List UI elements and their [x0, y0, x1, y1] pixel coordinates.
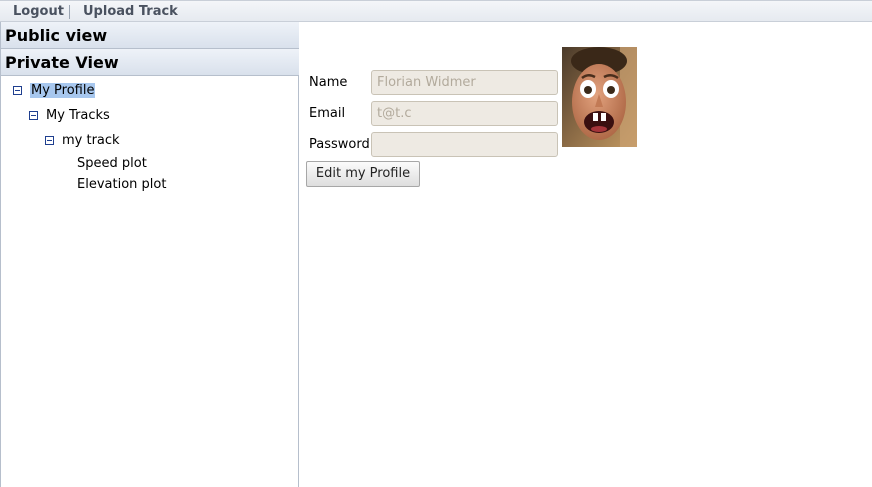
- email-field[interactable]: t@t.c: [371, 101, 558, 126]
- tree-item-label: my track: [62, 133, 120, 148]
- email-label: Email: [309, 106, 346, 121]
- tree-item-label: Elevation plot: [77, 177, 167, 192]
- password-label: Password: [309, 137, 370, 152]
- collapse-icon[interactable]: [45, 136, 54, 145]
- edit-profile-button[interactable]: Edit my Profile: [306, 161, 420, 187]
- menu-separator: [69, 5, 70, 19]
- tree-item-label: My Tracks: [46, 108, 110, 123]
- tree-item-my-profile[interactable]: My Profile: [13, 82, 96, 100]
- public-view-header[interactable]: Public view: [1, 22, 299, 49]
- tree-item-label: My Profile: [30, 83, 96, 98]
- private-view-header[interactable]: Private View: [1, 49, 299, 76]
- tree-item-my-tracks[interactable]: My Tracks: [29, 107, 110, 125]
- tree-item-label: Speed plot: [77, 156, 147, 171]
- menu-bar: Logout Upload Track: [0, 0, 872, 22]
- collapse-icon[interactable]: [13, 86, 22, 95]
- left-navigation-panel: Public view Private View My Profile My T…: [0, 22, 299, 487]
- name-field[interactable]: Florian Widmer: [371, 70, 558, 95]
- tree-item-elevation-plot[interactable]: Elevation plot: [77, 176, 166, 194]
- collapse-icon[interactable]: [29, 111, 38, 120]
- profile-photo: [562, 47, 637, 147]
- upload-track-menu-item[interactable]: Upload Track: [83, 4, 178, 20]
- name-label: Name: [309, 75, 348, 90]
- password-field[interactable]: [371, 132, 558, 157]
- avatar: [562, 47, 637, 147]
- tree-item-speed-plot[interactable]: Speed plot: [77, 155, 147, 173]
- logout-menu-item[interactable]: Logout: [13, 4, 64, 20]
- tree-item-my-track[interactable]: my track: [45, 132, 120, 150]
